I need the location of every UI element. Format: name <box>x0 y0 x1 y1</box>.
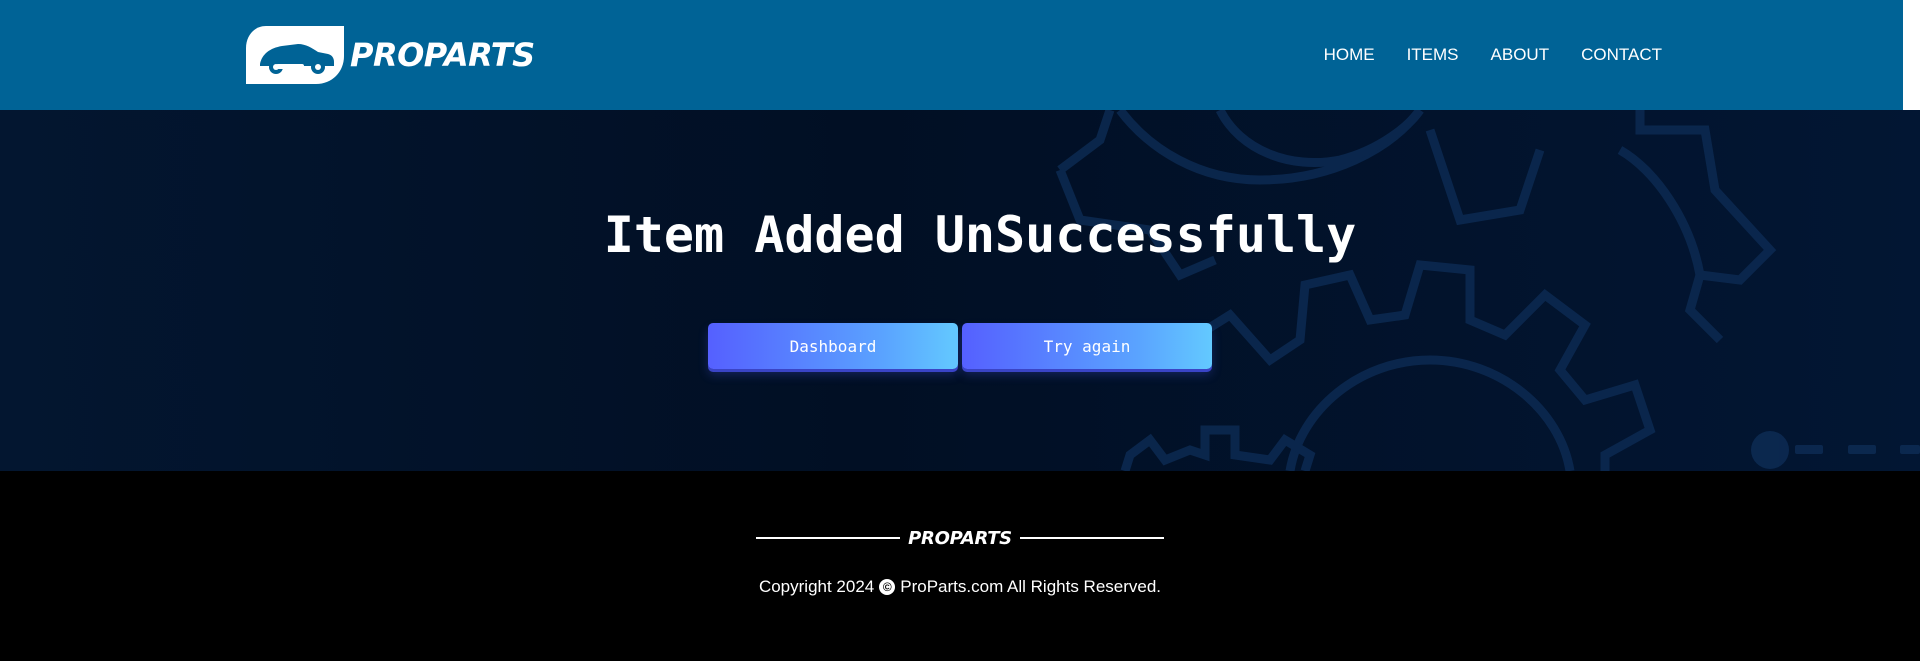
brand-logo[interactable]: PROPARTS <box>246 26 535 84</box>
footer-logo[interactable]: PROPARTS <box>908 528 1012 549</box>
site-header: PROPARTS HOME ITEMS ABOUT CONTACT <box>0 0 1903 110</box>
main-nav: HOME ITEMS ABOUT CONTACT <box>1292 0 1662 110</box>
copyright-prefix: Copyright 2024 <box>758 577 875 596</box>
nav-about[interactable]: ABOUT <box>1491 45 1550 65</box>
nav-contact[interactable]: CONTACT <box>1581 45 1662 65</box>
page: PROPARTS HOME ITEMS ABOUT CONTACT Item A… <box>0 0 1920 661</box>
car-wrench-icon <box>246 26 344 84</box>
divider-right <box>1019 537 1164 539</box>
footer-brand-row: PROPARTS <box>0 523 1920 553</box>
nav-home[interactable]: HOME <box>1324 45 1375 65</box>
copyright-text: Copyright 2024 © ProParts.com All Rights… <box>0 577 1920 597</box>
page-title: Item Added UnSuccessfully <box>603 206 1357 264</box>
try-again-button[interactable]: Try again <box>962 323 1212 369</box>
gear-background-icon <box>1055 110 1920 471</box>
brand-name: PROPARTS <box>350 36 535 74</box>
divider-left <box>756 537 901 539</box>
scrollbar[interactable] <box>1903 0 1920 110</box>
copyright-suffix: ProParts.com All Rights Reserved. <box>900 577 1162 596</box>
copyright-icon: © <box>879 579 896 595</box>
hero-section: Item Added UnSuccessfully Dashboard Try … <box>0 110 1920 471</box>
nav-items[interactable]: ITEMS <box>1407 45 1459 65</box>
site-footer: PROPARTS Copyright 2024 © ProParts.com A… <box>0 471 1920 661</box>
dashboard-button[interactable]: Dashboard <box>708 323 958 369</box>
